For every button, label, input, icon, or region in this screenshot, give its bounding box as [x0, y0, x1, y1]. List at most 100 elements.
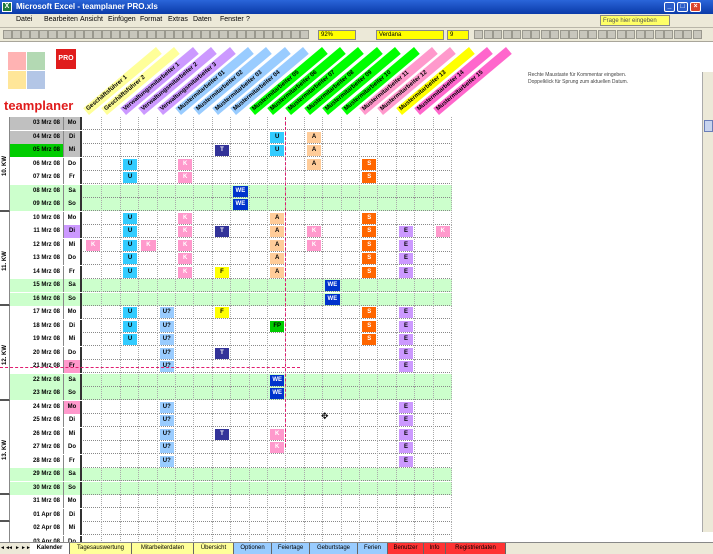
toolbar-button-icon[interactable] [219, 30, 228, 39]
grid-cell[interactable] [102, 171, 121, 184]
format-button-icon[interactable] [616, 30, 626, 39]
grid-cell[interactable] [158, 225, 176, 238]
grid-cell[interactable] [415, 468, 434, 481]
grid-cell[interactable] [194, 400, 213, 414]
grid-cell[interactable] [305, 265, 324, 279]
grid-cell[interactable] [84, 292, 103, 306]
grid-cell[interactable] [84, 400, 103, 414]
grid-cell[interactable] [158, 130, 176, 144]
grid-cell[interactable] [158, 184, 176, 198]
grid-cell[interactable] [84, 184, 103, 198]
grid-cell[interactable] [305, 387, 324, 400]
close-button[interactable]: × [690, 2, 701, 12]
grid-cell[interactable] [378, 117, 397, 130]
grid-cell[interactable] [231, 481, 250, 495]
grid-cell[interactable] [231, 238, 250, 252]
toolbar-button-icon[interactable] [165, 30, 174, 39]
grid-cell[interactable] [305, 454, 324, 468]
grid-cell[interactable] [360, 373, 379, 387]
grid-cell[interactable] [323, 427, 342, 441]
grid-cell[interactable] [250, 495, 268, 508]
grid-cell[interactable] [323, 144, 342, 157]
grid-cell[interactable] [397, 468, 416, 481]
absence-mark[interactable]: S [362, 172, 377, 183]
grid-cell[interactable] [194, 130, 213, 144]
grid-cell[interactable] [231, 211, 250, 225]
menu-fenster[interactable]: Fenster [220, 16, 244, 23]
font-size-select[interactable]: 9 [447, 30, 469, 40]
vertical-scrollbar[interactable] [702, 72, 713, 532]
grid-cell[interactable] [323, 184, 342, 198]
grid-cell[interactable] [268, 198, 287, 211]
table-row[interactable]: 10 Mrz 08 Mo [0, 211, 452, 225]
grid-cell[interactable] [305, 481, 324, 495]
grid-cell[interactable] [84, 252, 103, 265]
menu-[interactable]: ? [246, 16, 250, 23]
absence-mark[interactable]: A [270, 266, 285, 278]
toolbar-button-icon[interactable] [138, 30, 147, 39]
grid-cell[interactable] [102, 468, 121, 481]
grid-cell[interactable] [323, 454, 342, 468]
grid-cell[interactable] [250, 387, 268, 400]
grid-cell[interactable] [139, 319, 158, 333]
grid-cell[interactable] [378, 522, 397, 535]
grid-cell[interactable] [268, 468, 287, 481]
grid-cell[interactable] [434, 414, 452, 427]
grid-cell[interactable] [397, 184, 416, 198]
grid-cell[interactable] [342, 319, 360, 333]
grid-cell[interactable] [360, 400, 379, 414]
toolbar-button-icon[interactable] [228, 30, 237, 39]
grid-cell[interactable] [194, 495, 213, 508]
table-row[interactable]: 16 Mrz 08 So [0, 292, 452, 306]
grid-cell[interactable] [305, 441, 324, 454]
grid-cell[interactable] [360, 184, 379, 198]
toolbar-button-icon[interactable] [57, 30, 66, 39]
toolbar-button-icon[interactable] [21, 30, 30, 39]
grid-cell[interactable] [213, 400, 232, 414]
grid-cell[interactable] [397, 171, 416, 184]
toolbar-button-icon[interactable] [192, 30, 201, 39]
grid-cell[interactable] [360, 346, 379, 360]
format-button-icon[interactable] [607, 30, 616, 39]
grid-cell[interactable] [323, 157, 342, 171]
grid-cell[interactable] [378, 481, 397, 495]
absence-mark[interactable]: E [398, 239, 414, 251]
absence-mark[interactable]: K [306, 226, 322, 237]
grid-cell[interactable] [342, 333, 360, 346]
grid-cell[interactable] [305, 198, 324, 211]
grid-cell[interactable] [360, 144, 379, 157]
grid-cell[interactable] [250, 522, 268, 535]
absence-mark[interactable]: E [398, 361, 414, 372]
grid-cell[interactable] [305, 184, 324, 198]
grid-cell[interactable] [250, 238, 268, 252]
table-row[interactable]: 07 Mrz 08 Fr [0, 171, 452, 184]
grid-cell[interactable] [139, 306, 158, 319]
grid-cell[interactable] [268, 279, 287, 292]
absence-mark[interactable]: E [398, 455, 414, 467]
grid-cell[interactable] [250, 130, 268, 144]
absence-mark[interactable]: A [270, 253, 285, 264]
grid-cell[interactable] [84, 333, 103, 346]
grid-cell[interactable] [342, 414, 360, 427]
grid-cell[interactable] [323, 495, 342, 508]
grid-cell[interactable] [213, 495, 232, 508]
grid-cell[interactable] [305, 279, 324, 292]
grid-cell[interactable] [342, 292, 360, 306]
grid-cell[interactable] [176, 522, 195, 535]
table-row[interactable]: 12 Mrz 08 Mi [0, 238, 452, 252]
grid-cell[interactable] [434, 279, 452, 292]
grid-cell[interactable] [305, 292, 324, 306]
grid-cell[interactable] [342, 522, 360, 535]
grid-cell[interactable] [84, 414, 103, 427]
grid-cell[interactable] [139, 414, 158, 427]
grid-cell[interactable] [323, 468, 342, 481]
grid-cell[interactable] [231, 117, 250, 130]
grid-cell[interactable] [84, 387, 103, 400]
absence-mark[interactable]: K [270, 442, 285, 453]
grid-cell[interactable] [268, 184, 287, 198]
grid-cell[interactable] [378, 319, 397, 333]
format-button-icon[interactable] [588, 30, 597, 39]
table-row[interactable]: 08 Mrz 08 Sa [0, 184, 452, 198]
toolbar-button-icon[interactable] [66, 30, 75, 39]
grid-cell[interactable] [323, 522, 342, 535]
